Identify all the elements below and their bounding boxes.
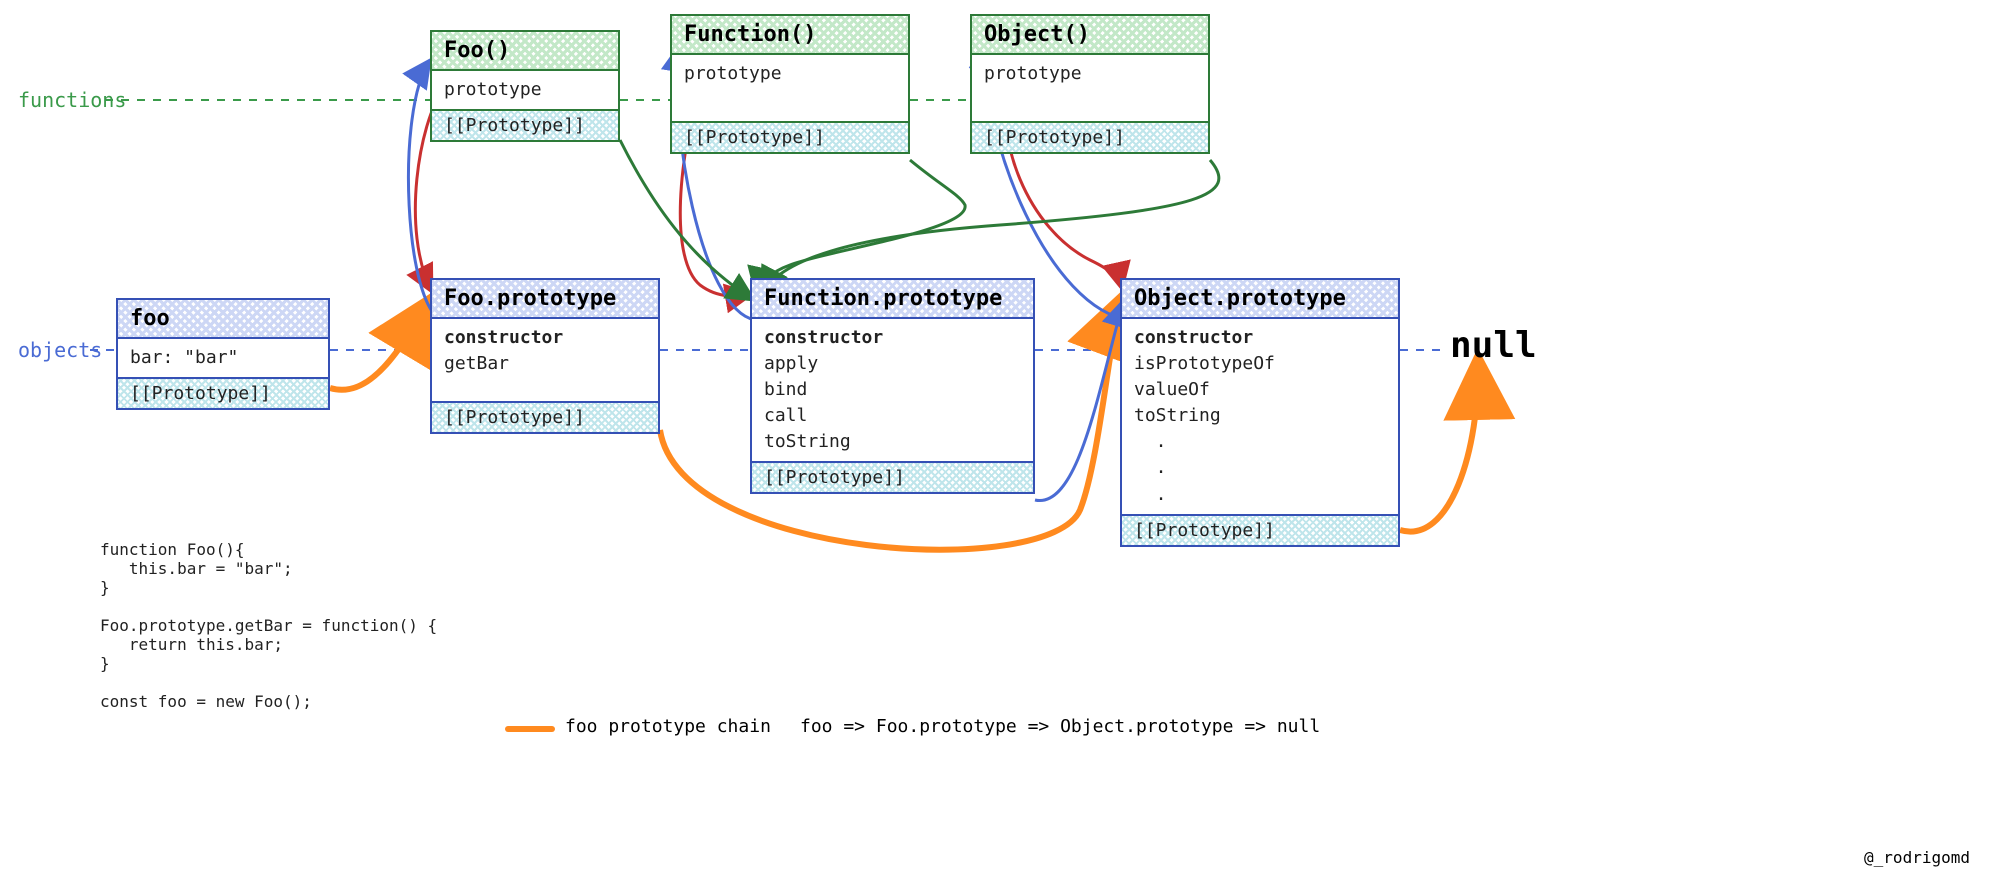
box-object-proto-title: Object.prototype	[1122, 280, 1398, 319]
box-function-proto-title: Function.prototype	[752, 280, 1033, 319]
box-foo-proto-title: Foo.prototype	[432, 280, 658, 319]
box-function-title: Function()	[672, 16, 908, 55]
box-function-proto: Function.prototype constructor apply bin…	[750, 278, 1035, 494]
box-foo-proto-slot: [[Prototype]]	[432, 401, 658, 432]
box-foo-instance-slot: [[Prototype]]	[118, 377, 328, 408]
lane-objects-label: objects	[18, 338, 102, 362]
box-foo-fn-body: prototype	[432, 71, 618, 109]
lane-functions-label: functions	[18, 88, 126, 112]
legend-label: foo prototype chain	[565, 716, 771, 737]
box-object-slot: [[Prototype]]	[972, 121, 1208, 152]
box-object-body: prototype	[972, 55, 1208, 121]
code-snippet: function Foo(){ this.bar = "bar"; } Foo.…	[100, 540, 437, 711]
box-function-fn: Function() prototype [[Prototype]]	[670, 14, 910, 154]
box-foo-instance-body: bar: "bar"	[118, 339, 328, 377]
box-function-proto-body: constructor apply bind call toString	[752, 319, 1033, 461]
box-function-slot: [[Prototype]]	[672, 121, 908, 152]
box-object-proto: Object.prototype constructor isPrototype…	[1120, 278, 1400, 547]
credit: @_rodrigomd	[1864, 848, 1970, 867]
box-foo-proto-body: constructor getBar	[432, 319, 658, 383]
box-object-proto-body: constructor isPrototypeOf valueOf toStri…	[1122, 319, 1398, 514]
box-function-proto-slot: [[Prototype]]	[752, 461, 1033, 492]
null-label: null	[1450, 325, 1537, 366]
legend-swatch	[505, 726, 555, 732]
legend-chain: foo => Foo.prototype => Object.prototype…	[800, 716, 1320, 737]
box-foo-fn-slot: [[Prototype]]	[432, 109, 618, 140]
box-foo-fn: Foo() prototype [[Prototype]]	[430, 30, 620, 142]
box-foo-instance-title: foo	[118, 300, 328, 339]
box-function-body: prototype	[672, 55, 908, 121]
box-object-title: Object()	[972, 16, 1208, 55]
box-foo-fn-title: Foo()	[432, 32, 618, 71]
box-object-fn: Object() prototype [[Prototype]]	[970, 14, 1210, 154]
box-foo-proto: Foo.prototype constructor getBar [[Proto…	[430, 278, 660, 434]
box-object-proto-slot: [[Prototype]]	[1122, 514, 1398, 545]
box-foo-instance: foo bar: "bar" [[Prototype]]	[116, 298, 330, 410]
